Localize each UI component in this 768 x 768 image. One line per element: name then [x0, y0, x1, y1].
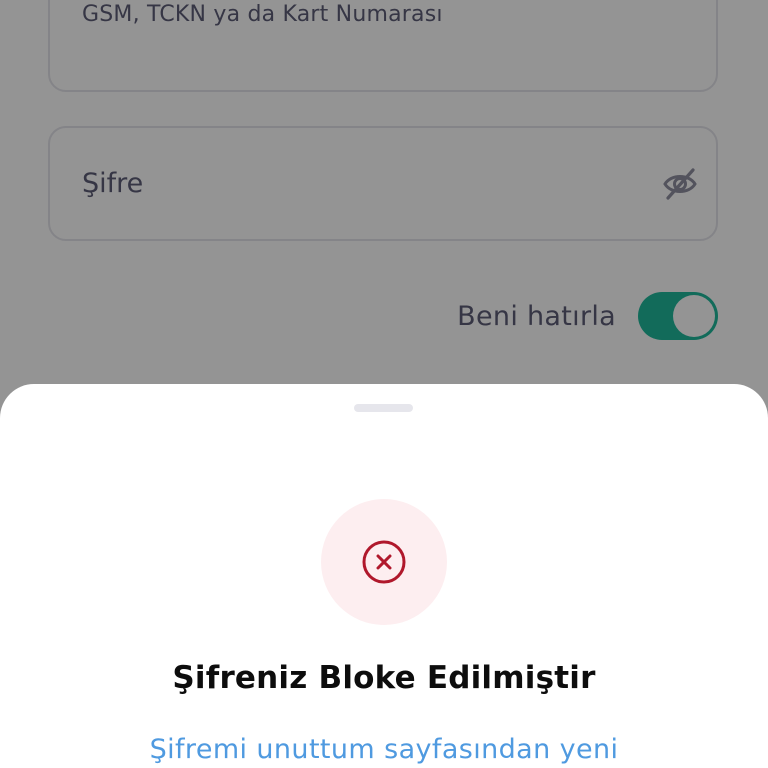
bottom-sheet: Şifreniz Bloke Edilmiştir Şifremi unuttu… [0, 384, 768, 768]
sheet-message: Şifremi unuttum sayfasından yeni [149, 734, 619, 765]
sheet-drag-handle[interactable] [354, 404, 413, 412]
sheet-title: Şifreniz Bloke Edilmiştir [172, 660, 596, 696]
error-status-circle [321, 499, 447, 625]
screen: GSM, TCKN ya da Kart Numarası Şifre Beni… [0, 0, 768, 768]
close-circle-icon [362, 540, 406, 584]
